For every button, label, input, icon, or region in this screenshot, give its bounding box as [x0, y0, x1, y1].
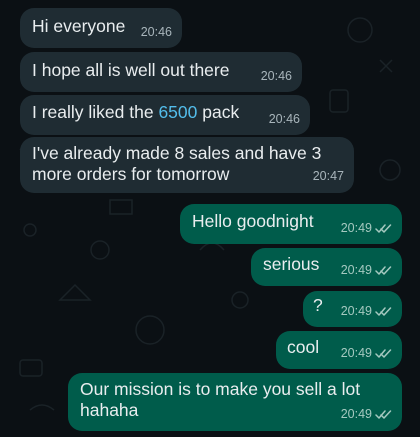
- double-check-icon: [375, 306, 392, 317]
- message-bubble[interactable]: serious 20:49: [251, 248, 402, 286]
- message-meta: 20:49: [341, 343, 392, 364]
- message-time: 20:49: [340, 346, 372, 360]
- message-time: 20:49: [340, 304, 372, 318]
- message-text: ?: [313, 295, 323, 315]
- message-time: 20:49: [340, 263, 372, 277]
- message-time: 20:49: [340, 407, 372, 421]
- message-bubble[interactable]: cool 20:49: [276, 331, 402, 369]
- double-check-icon: [375, 223, 392, 234]
- message-bubble[interactable]: ? 20:49: [303, 291, 402, 327]
- message-time: 20:46: [260, 69, 292, 83]
- double-check-icon: [375, 265, 392, 276]
- message-text: cool: [287, 337, 320, 357]
- message-time: 20:47: [312, 169, 344, 183]
- double-check-icon: [375, 409, 392, 420]
- message-time: 20:46: [140, 25, 172, 39]
- message-bubble[interactable]: I've already made 8 sales and have 3 mor…: [20, 137, 354, 193]
- chat-area: Hi everyone 20:46 I hope all is well out…: [0, 0, 420, 437]
- message-text: Our mission is to make you sell a lot ha…: [80, 379, 361, 420]
- message-text: I really liked the 6500 pack: [32, 102, 240, 122]
- message-meta: 20:49: [341, 301, 392, 322]
- message-text: I hope all is well out there: [32, 60, 230, 80]
- message-text: serious: [263, 254, 320, 274]
- message-text: Hi everyone: [32, 16, 126, 36]
- message-meta: 20:49: [341, 404, 392, 425]
- message-meta: 20:49: [341, 260, 392, 281]
- message-text: I've already made 8 sales and have 3 mor…: [32, 143, 322, 184]
- message-bubble[interactable]: Our mission is to make you sell a lot ha…: [68, 373, 402, 431]
- message-time: 20:46: [268, 112, 300, 126]
- message-meta: 20:49: [341, 218, 392, 239]
- message-bubble[interactable]: I really liked the 6500 pack 20:46: [20, 95, 310, 135]
- message-bubble[interactable]: Hello goodnight 20:49: [180, 204, 402, 244]
- message-bubble[interactable]: I hope all is well out there 20:46: [20, 52, 302, 92]
- message-text: Hello goodnight: [192, 211, 314, 231]
- double-check-icon: [375, 348, 392, 359]
- number-link[interactable]: 6500: [158, 102, 197, 122]
- message-bubble[interactable]: Hi everyone 20:46: [20, 8, 182, 48]
- message-time: 20:49: [340, 221, 372, 235]
